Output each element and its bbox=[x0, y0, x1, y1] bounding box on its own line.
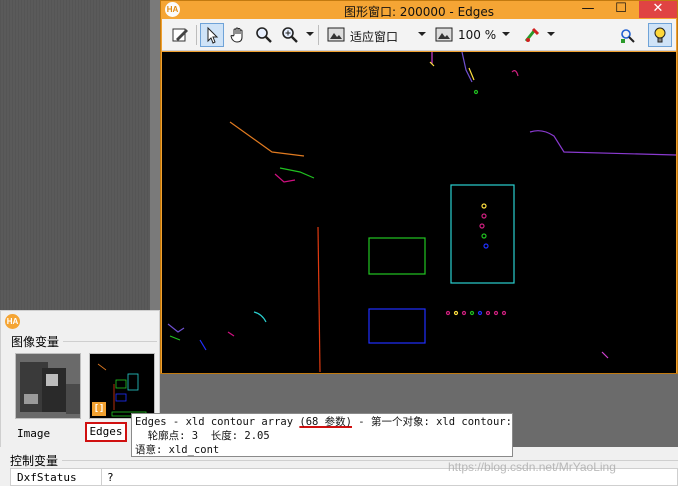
minimize-button[interactable]: — bbox=[573, 1, 603, 18]
fit-dropdown-icon[interactable] bbox=[418, 32, 426, 36]
edit-draw-icon[interactable] bbox=[168, 23, 192, 47]
watermark: https://blog.csdn.net/MrYaoLing bbox=[448, 460, 616, 474]
lightbulb-icon[interactable] bbox=[648, 23, 672, 47]
splitter[interactable] bbox=[150, 0, 160, 310]
color-dropdown-icon[interactable] bbox=[547, 32, 555, 36]
control-variables-title: 控制变量 bbox=[10, 454, 59, 468]
graphics-toolbar: 适应窗口 100 % bbox=[162, 19, 676, 51]
edges-variable-label[interactable]: Edges bbox=[85, 422, 127, 442]
image-variable-label[interactable]: Image bbox=[17, 427, 50, 440]
pan-hand-icon[interactable] bbox=[226, 23, 250, 47]
zoom-percent-dropdown-icon[interactable] bbox=[502, 32, 510, 36]
fit-window-label[interactable]: 适应窗口 bbox=[350, 28, 398, 45]
pixel-info-icon[interactable] bbox=[616, 23, 640, 47]
array-badge-icon: [] bbox=[92, 402, 106, 416]
zoom-percent-label[interactable]: 100 % bbox=[458, 28, 496, 42]
maximize-button[interactable]: ☐ bbox=[606, 1, 636, 18]
close-button[interactable]: ✕ bbox=[639, 1, 677, 18]
halcon-logo-icon: HA bbox=[5, 314, 20, 329]
control-variable-name: DxfStatus bbox=[17, 471, 77, 484]
tooltip-line1-prefix: Edges - xld contour array bbox=[135, 416, 300, 428]
image-variable-thumbnail[interactable] bbox=[15, 353, 81, 419]
variable-tooltip: Edges - xld contour array (68 参数) - 第一个对… bbox=[131, 413, 513, 457]
graphics-canvas[interactable] bbox=[162, 52, 676, 373]
zoom-dropdown-icon[interactable] bbox=[306, 32, 314, 36]
tooltip-line2: 轮廓点: 3 长度: 2.05 bbox=[135, 430, 270, 442]
control-variable-value: ? bbox=[107, 471, 114, 484]
edges-variable-thumbnail[interactable]: [] bbox=[89, 353, 155, 419]
graphics-window: HA 图形窗口: 200000 - Edges — ☐ ✕ 适应窗口 100 % bbox=[160, 0, 678, 374]
tooltip-element-count: (68 参数) bbox=[299, 416, 352, 428]
fit-window-icon[interactable] bbox=[324, 23, 348, 47]
image-variables-title: 图像变量 bbox=[11, 335, 60, 349]
column-divider bbox=[101, 469, 102, 486]
pointer-icon[interactable] bbox=[200, 23, 224, 47]
color-settings-icon[interactable] bbox=[520, 23, 544, 47]
window-titlebar[interactable]: HA 图形窗口: 200000 - Edges — ☐ ✕ bbox=[161, 1, 677, 19]
image-zoom-icon[interactable] bbox=[432, 23, 456, 47]
edges-display bbox=[167, 52, 676, 373]
magnifier-icon[interactable] bbox=[252, 23, 276, 47]
section-divider bbox=[63, 341, 157, 342]
desktop-background bbox=[0, 0, 160, 310]
tooltip-line3: 语意: xld_cont bbox=[135, 444, 220, 456]
zoom-in-icon[interactable] bbox=[278, 23, 302, 47]
tooltip-line1-suffix: - 第一个对象: xld contour: bbox=[351, 416, 512, 428]
